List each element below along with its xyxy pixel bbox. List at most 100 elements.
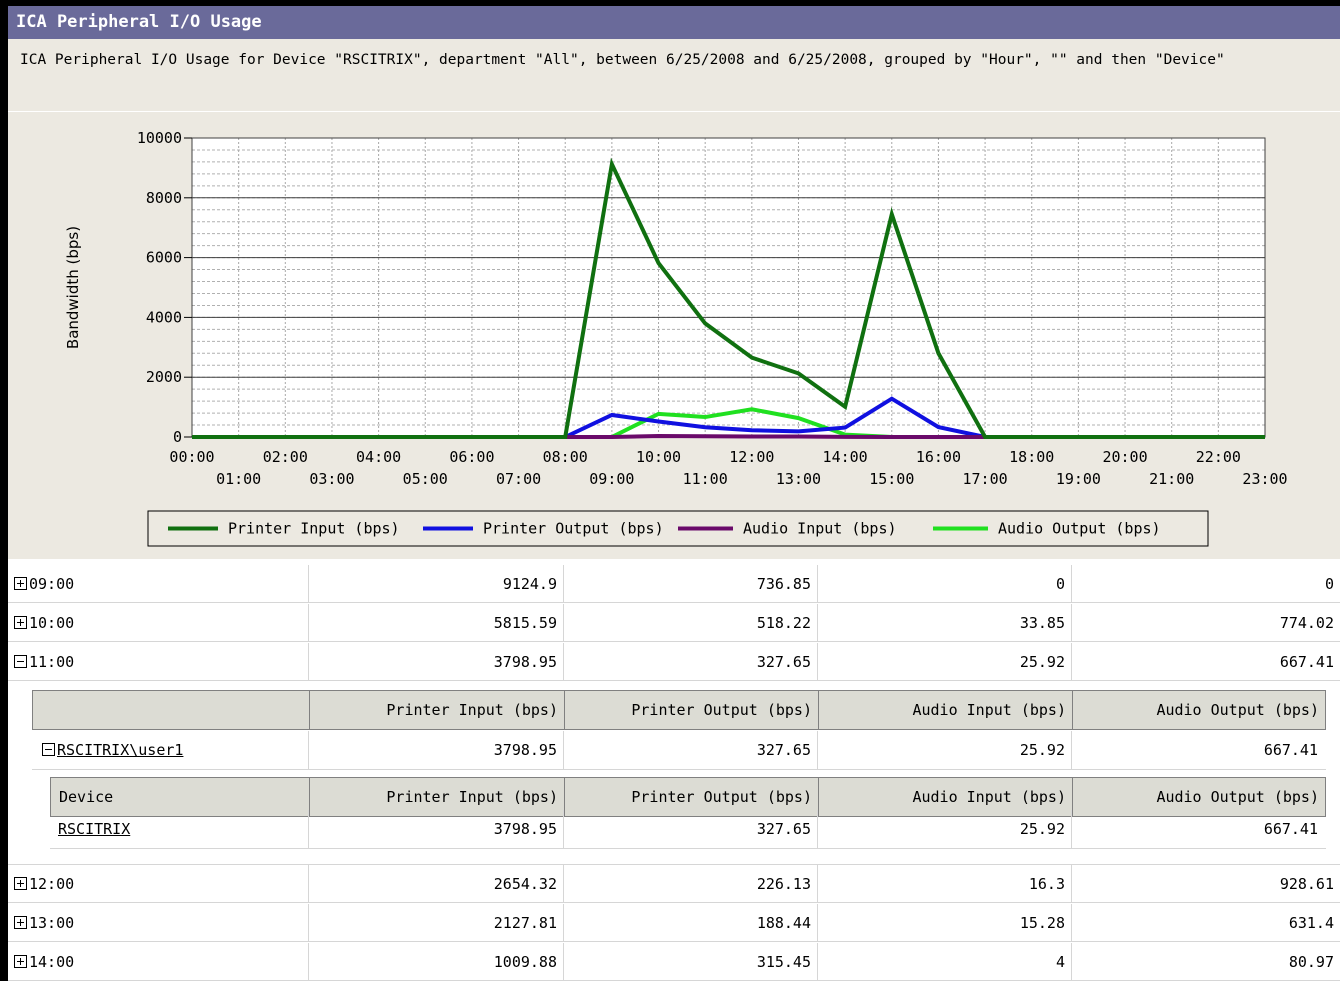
bandwidth-line-chart: 0 2000 4000 6000 8000 10000 Bandwidth (bps) 00:…	[64, 129, 1288, 547]
table-row[interactable]: 11:00 3798.95 327.65 25.92 667.41	[8, 643, 1340, 681]
printer-input-cell: 3798.95	[308, 810, 563, 848]
x-tick-label: 11:00	[683, 470, 728, 488]
expand-icon[interactable]	[14, 916, 27, 929]
expand-icon[interactable]	[14, 877, 27, 890]
row-hour-label: 10:00	[29, 614, 75, 632]
header-printer-input[interactable]: Printer Input (bps)	[309, 691, 564, 729]
x-tick-label: 01:00	[216, 470, 261, 488]
expand-icon[interactable]	[14, 955, 27, 968]
audio-output-cell: 631.4	[1071, 904, 1340, 942]
audio-input-cell: 4	[817, 943, 1071, 981]
printer-output-cell: 327.65	[563, 810, 817, 848]
audio-input-cell: 25.92	[817, 643, 1071, 681]
y-tick-label: 2000	[146, 368, 182, 386]
x-tick-label: 05:00	[403, 470, 448, 488]
x-tick-label: 19:00	[1056, 470, 1101, 488]
y-tick-label: 8000	[146, 189, 182, 207]
legend-label: Printer Input (bps)	[228, 520, 400, 538]
printer-input-cell: 3798.95	[308, 731, 563, 769]
user-label-cell[interactable]: RSCITRIX\user1	[40, 731, 308, 769]
printer-output-cell: 188.44	[563, 904, 817, 942]
printer-output-cell: 518.22	[563, 604, 817, 642]
x-tick-label: 10:00	[636, 448, 681, 466]
expand-icon[interactable]	[14, 577, 27, 590]
device-link[interactable]: RSCITRIX	[58, 820, 130, 838]
x-tick-label: 17:00	[963, 470, 1008, 488]
row-label-cell[interactable]: 11:00	[12, 643, 308, 681]
audio-output-cell: 667.41	[1071, 810, 1324, 848]
collapse-icon[interactable]	[14, 655, 27, 668]
y-tick-label: 10000	[137, 129, 182, 147]
audio-output-cell: 774.02	[1071, 604, 1340, 642]
collapse-icon[interactable]	[42, 743, 55, 756]
printer-output-cell: 736.85	[563, 565, 817, 603]
printer-input-cell: 3798.95	[308, 643, 563, 681]
audio-output-cell: 667.41	[1071, 731, 1324, 769]
table-row[interactable]: 09:00 9124.9 736.85 0 0	[8, 565, 1340, 603]
y-tick-label: 0	[173, 428, 182, 446]
device-label-cell[interactable]: RSCITRIX	[56, 810, 308, 848]
x-tick-label: 15:00	[869, 470, 914, 488]
row-hour-label: 13:00	[29, 914, 75, 932]
header-printer-output[interactable]: Printer Output (bps)	[564, 691, 818, 729]
audio-input-cell: 15.28	[817, 904, 1071, 942]
expand-icon[interactable]	[14, 616, 27, 629]
row-label-cell[interactable]: 10:00	[12, 604, 308, 642]
printer-input-cell: 2654.32	[308, 865, 563, 903]
printer-input-cell: 5815.59	[308, 604, 563, 642]
y-tick-label: 4000	[146, 308, 182, 326]
row-label-cell[interactable]: 14:00	[12, 943, 308, 981]
audio-output-cell: 0	[1071, 565, 1340, 603]
row-hour-label: 11:00	[29, 653, 75, 671]
audio-input-cell: 33.85	[817, 604, 1071, 642]
printer-input-cell: 1009.88	[308, 943, 563, 981]
printer-input-cell: 9124.9	[308, 565, 563, 603]
report-description-text: ICA Peripheral I/O Usage for Device "RSC…	[20, 52, 1225, 68]
x-tick-label: 16:00	[916, 448, 961, 466]
x-tick-label: 07:00	[496, 470, 541, 488]
audio-output-cell: 667.41	[1071, 643, 1340, 681]
row-hour-label: 12:00	[29, 875, 75, 893]
audio-input-cell: 25.92	[817, 810, 1071, 848]
user-link[interactable]: RSCITRIX\user1	[57, 741, 183, 759]
window-title: ICA Peripheral I/O Usage	[8, 6, 1340, 39]
row-hour-label: 14:00	[29, 953, 75, 971]
legend-label: Printer Output (bps)	[483, 520, 664, 538]
user-header-blank	[33, 691, 309, 729]
row-label-cell[interactable]: 09:00	[12, 565, 308, 603]
table-row[interactable]: 13:00 2127.81 188.44 15.28 631.4	[8, 904, 1340, 942]
printer-output-cell: 226.13	[563, 865, 817, 903]
header-audio-input[interactable]: Audio Input (bps)	[818, 691, 1072, 729]
legend-label: Audio Input (bps)	[743, 520, 897, 538]
x-tick-label: 09:00	[589, 470, 634, 488]
report-description: ICA Peripheral I/O Usage for Device "RSC…	[8, 39, 1340, 111]
audio-output-cell: 928.61	[1071, 865, 1340, 903]
printer-output-cell: 315.45	[563, 943, 817, 981]
audio-input-cell: 16.3	[817, 865, 1071, 903]
x-tick-label: 14:00	[823, 448, 868, 466]
x-tick-label: 02:00	[263, 448, 308, 466]
x-tick-label: 04:00	[356, 448, 401, 466]
plot-background	[192, 138, 1265, 437]
x-tick-label: 18:00	[1009, 448, 1054, 466]
chart-area: 0 2000 4000 6000 8000 10000 Bandwidth (bps) 00:…	[8, 111, 1340, 559]
table-row[interactable]: 10:00 5815.59 518.22 33.85 774.02	[8, 604, 1340, 642]
audio-output-cell: 80.97	[1071, 943, 1340, 981]
x-tick-label: 08:00	[543, 448, 588, 466]
user-row[interactable]: RSCITRIX\user1 3798.95 327.65 25.92 667.…	[32, 731, 1326, 770]
table-row[interactable]: 12:00 2654.32 226.13 16.3 928.61	[8, 865, 1340, 903]
device-row[interactable]: RSCITRIX 3798.95 327.65 25.92 667.41	[50, 810, 1326, 849]
x-tick-label: 00:00	[169, 448, 214, 466]
row-label-cell[interactable]: 13:00	[12, 904, 308, 942]
printer-output-cell: 327.65	[563, 731, 817, 769]
printer-output-cell: 327.65	[563, 643, 817, 681]
row-label-cell[interactable]: 12:00	[12, 865, 308, 903]
x-tick-label: 13:00	[776, 470, 821, 488]
row-hour-label: 09:00	[29, 575, 75, 593]
x-tick-label: 03:00	[309, 470, 354, 488]
x-tick-label: 06:00	[449, 448, 494, 466]
header-audio-output[interactable]: Audio Output (bps)	[1072, 691, 1325, 729]
x-tick-label: 21:00	[1149, 470, 1194, 488]
table-row[interactable]: 14:00 1009.88 315.45 4 80.97	[8, 943, 1340, 981]
y-tick-label: 6000	[146, 249, 182, 267]
